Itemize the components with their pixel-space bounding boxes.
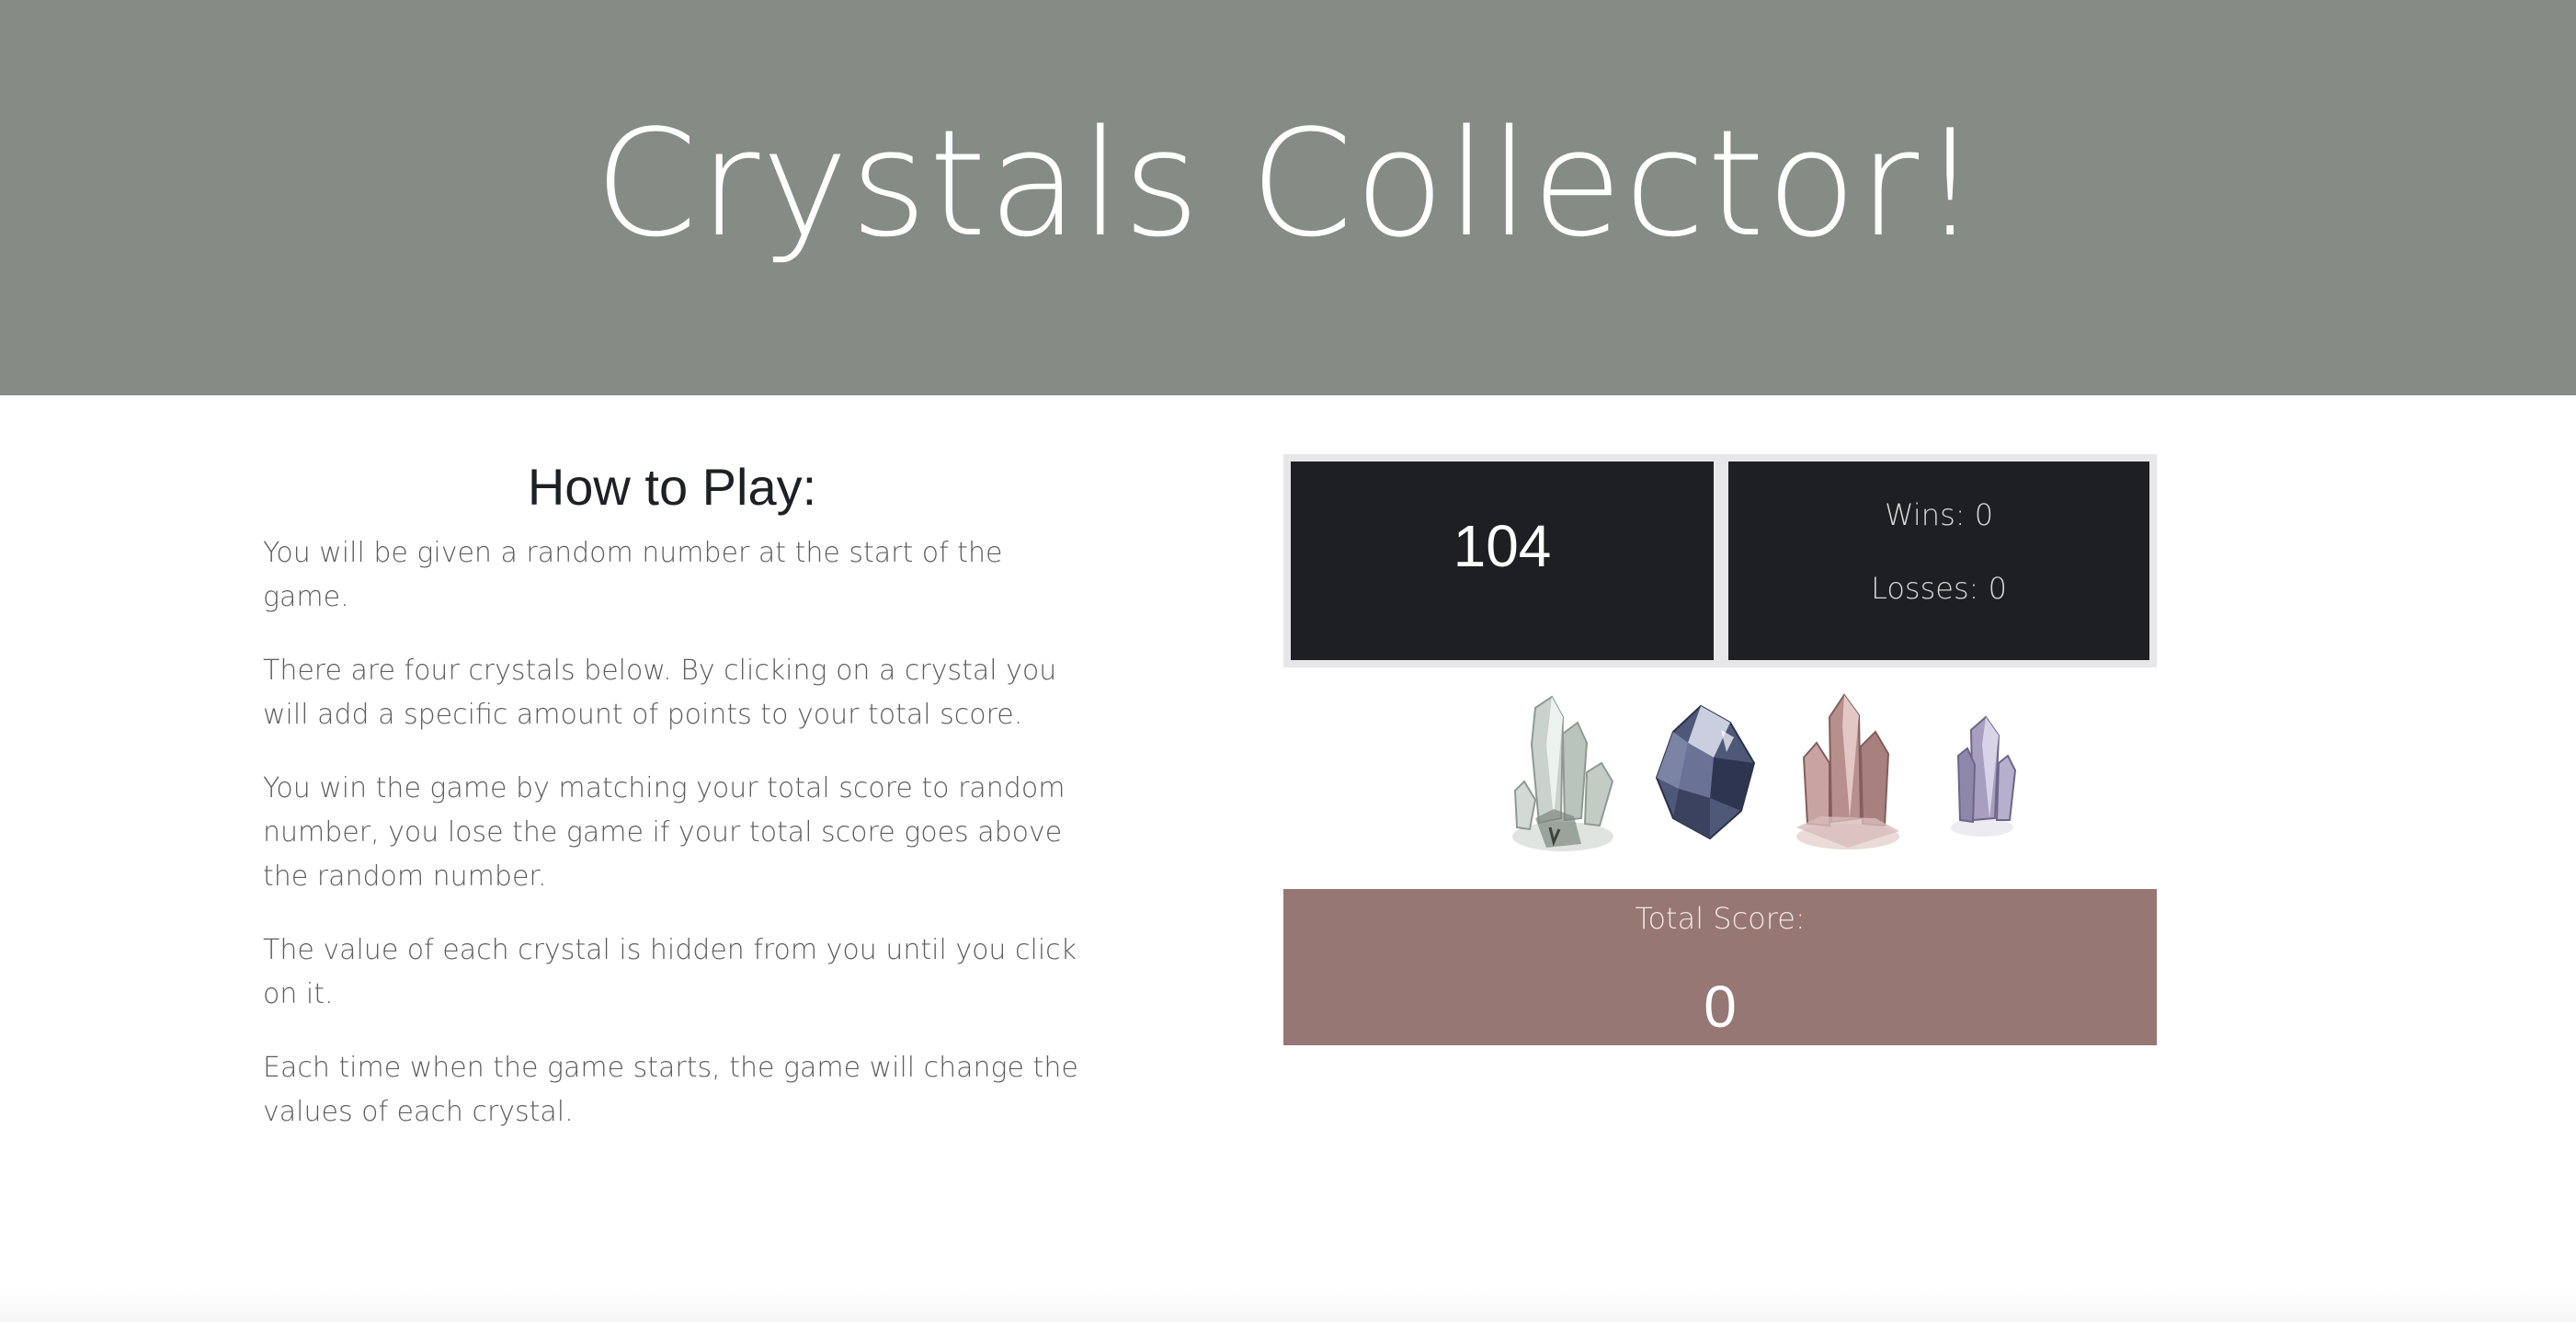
amethyst-crystal-icon[interactable] bbox=[1931, 689, 2032, 855]
total-score-label: Total Score: bbox=[1635, 901, 1806, 936]
losses-counter: Losses: 0 bbox=[1871, 571, 2007, 606]
page-footer-shade bbox=[0, 1287, 2576, 1322]
crystal-row bbox=[1499, 689, 2050, 855]
wins-counter: Wins: 0 bbox=[1884, 497, 1994, 532]
total-score-value: 0 bbox=[1704, 974, 1737, 1040]
pink-crystal-icon[interactable] bbox=[1784, 689, 1912, 855]
target-number: 104 bbox=[1453, 513, 1552, 579]
how-to-play-section: How to Play: You will be given a random … bbox=[263, 450, 1090, 1164]
page-title: Crystals Collector! bbox=[594, 97, 1982, 269]
target-number-panel: 104 bbox=[1291, 462, 1714, 660]
win-loss-panel: Wins: 0 Losses: 0 bbox=[1728, 462, 2149, 660]
total-score-panel: Total Score: 0 bbox=[1283, 889, 2157, 1045]
instruction-paragraph: The value of each crystal is hidden from… bbox=[263, 934, 1077, 1010]
scoreboard: 104 Wins: 0 Losses: 0 bbox=[1283, 454, 2157, 667]
instruction-paragraph: There are four crystals below. By clicki… bbox=[263, 655, 1057, 731]
instruction-paragraph: You win the game by matching your total … bbox=[263, 772, 1066, 893]
instruction-paragraph: You will be given a random number at the… bbox=[263, 537, 1003, 613]
clear-quartz-crystal-icon[interactable] bbox=[1499, 689, 1627, 855]
blue-crystal-icon[interactable] bbox=[1646, 689, 1765, 855]
instruction-paragraph: Each time when the game starts, the game… bbox=[263, 1052, 1078, 1128]
header-banner: Crystals Collector! bbox=[0, 0, 2576, 395]
how-to-play-title: How to Play: bbox=[527, 458, 817, 516]
